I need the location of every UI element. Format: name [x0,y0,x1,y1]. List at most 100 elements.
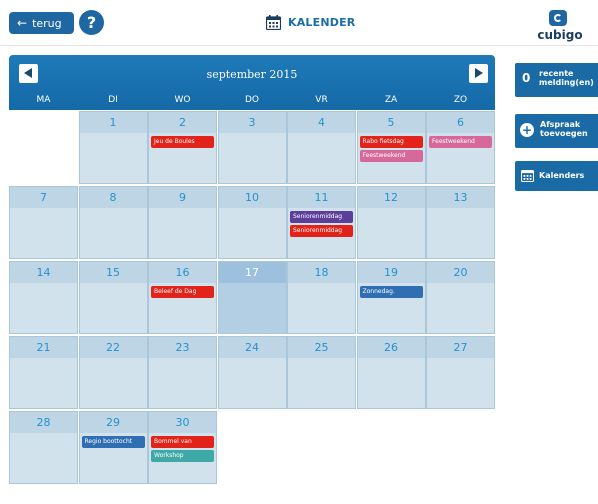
notifications-label: recente melding(en) [539,69,594,87]
day-number: 24 [218,337,286,358]
arrow-left-icon: ← [17,16,28,30]
top-bar: ← terug ? KALENDER cubigo [0,0,598,46]
logo-text: cubigo [537,28,583,42]
day-cell[interactable]: 30 Bommel van Workshop [148,411,217,484]
day-number: 23 [149,337,216,358]
day-number: 14 [10,262,77,283]
back-button[interactable]: ← terug [9,12,74,34]
day-cell[interactable]: 17 [217,261,287,334]
day-cell[interactable]: 26 [356,336,426,409]
weekday-header: MA DI WO DO VR ZA ZO [9,95,495,109]
add-appointment-label: Afspraak toevoegen [540,120,588,138]
back-button-label: terug [32,17,62,30]
month-label: september 2015 [206,68,298,81]
day-cell[interactable]: 4 [287,111,356,184]
day-cell[interactable]: 8 [78,186,148,259]
day-cell[interactable]: 16 Beleef de Dag [148,261,217,334]
plus-icon: + [520,123,534,137]
day-cell[interactable]: 5 Rabo fietsdag Feestweekend [356,111,426,184]
notifications-label-line1: recente [539,69,574,78]
help-button[interactable]: ? [79,10,104,35]
weekday-label: DI [108,95,118,105]
day-number: 19 [357,262,425,283]
day-number: 3 [218,112,286,133]
day-cell[interactable]: 20 [426,261,495,334]
day-number: 13 [427,187,494,208]
day-cell[interactable]: 22 [78,336,148,409]
day-cell[interactable]: 9 [148,186,217,259]
day-cell[interactable]: 6 Feestweekend [426,111,495,184]
week-row: 1 2 Jeu de Boules 3 4 5 Rabo fietsdag Feestweek… [9,111,495,184]
day-cell[interactable]: 19 Zonnedag. [356,261,426,334]
day-cell[interactable]: 18 [287,261,356,334]
day-number: 12 [357,187,425,208]
calendar-event[interactable]: Regio boottocht [81,436,145,448]
day-number: 25 [288,337,355,358]
day-cell[interactable]: 2 Jeu de Boules [148,111,217,184]
day-number: 30 [149,412,216,433]
calendar-event[interactable]: Feestweekend [429,136,492,148]
day-cell[interactable]: 23 [148,336,217,409]
calendar-event[interactable]: Bommel van [151,436,214,448]
day-number: 15 [79,262,147,283]
day-cell[interactable]: 28 [9,411,78,484]
add-appointment-label-line2: toevoegen [540,129,588,138]
day-number: 27 [427,337,494,358]
day-cell[interactable]: 7 [9,186,78,259]
day-cell[interactable]: 13 [426,186,495,259]
calendar-event[interactable]: Jeu de Boules [151,136,214,148]
day-cell[interactable]: 10 [217,186,287,259]
weekday-label: VR [315,95,328,105]
day-number: 21 [10,337,77,358]
day-cell[interactable]: 25 [287,336,356,409]
day-number: 11 [288,187,355,208]
calendar-header: september 2015 MA DI WO DO VR ZA ZO [9,55,495,110]
day-cell[interactable]: 15 [78,261,148,334]
day-number: 1 [79,112,147,133]
calendar-event[interactable]: Seniorenmiddag [290,225,353,237]
day-cell[interactable]: 24 [217,336,287,409]
week-row: 28 29 Regio boottocht 30 Bommel van Workshop [9,411,495,484]
weekday-label: MA [36,95,51,105]
day-number: 8 [79,187,147,208]
day-cell[interactable]: 27 [426,336,495,409]
notifications-label-line2: melding(en) [539,78,594,87]
day-number: 17 [218,262,286,283]
page-title-text: KALENDER [288,16,356,29]
cubigo-logo-icon [549,10,567,26]
day-cell[interactable]: 14 [9,261,78,334]
calendar-event[interactable]: Zonnedag. [359,286,423,298]
calendar-event[interactable]: Rabo fietsdag [359,136,423,148]
next-month-button[interactable] [469,64,488,83]
cubigo-logo: cubigo [531,10,589,44]
day-cell[interactable]: 21 [9,336,78,409]
calendar-event[interactable]: Seniorenmiddag [290,211,353,223]
day-number: 29 [79,412,147,433]
day-cell[interactable]: 1 [78,111,148,184]
calendar-event[interactable]: Workshop [151,450,214,462]
weekday-label: ZA [384,95,398,105]
day-number: 16 [149,262,216,283]
day-number: 26 [357,337,425,358]
weekday-label: DO [244,95,259,105]
recent-notifications-button[interactable]: 0 recente melding(en) [515,63,598,97]
day-number: 10 [218,187,286,208]
calendar-icon [521,169,534,182]
weekday-label: ZO [453,95,468,105]
day-cell[interactable]: 3 [217,111,287,184]
day-number: 22 [79,337,147,358]
day-cell[interactable]: 29 Regio boottocht [78,411,148,484]
calendars-button[interactable]: Kalenders [515,161,598,191]
day-number: 2 [149,112,216,133]
week-row: 7 8 9 10 11 Seniorenmiddag Seniorenmiddag 12 13 [9,186,495,259]
day-number: 9 [149,187,216,208]
day-number: 28 [10,412,77,433]
day-number: 7 [10,187,77,208]
day-number: 4 [288,112,355,133]
day-cell[interactable]: 12 [356,186,426,259]
add-appointment-button[interactable]: + Afspraak toevoegen [515,114,598,148]
day-number: 18 [288,262,355,283]
calendar-event[interactable]: Beleef de Dag [151,286,214,298]
day-cell[interactable]: 11 Seniorenmiddag Seniorenmiddag [287,186,356,259]
calendar-event[interactable]: Feestweekend [359,150,423,162]
